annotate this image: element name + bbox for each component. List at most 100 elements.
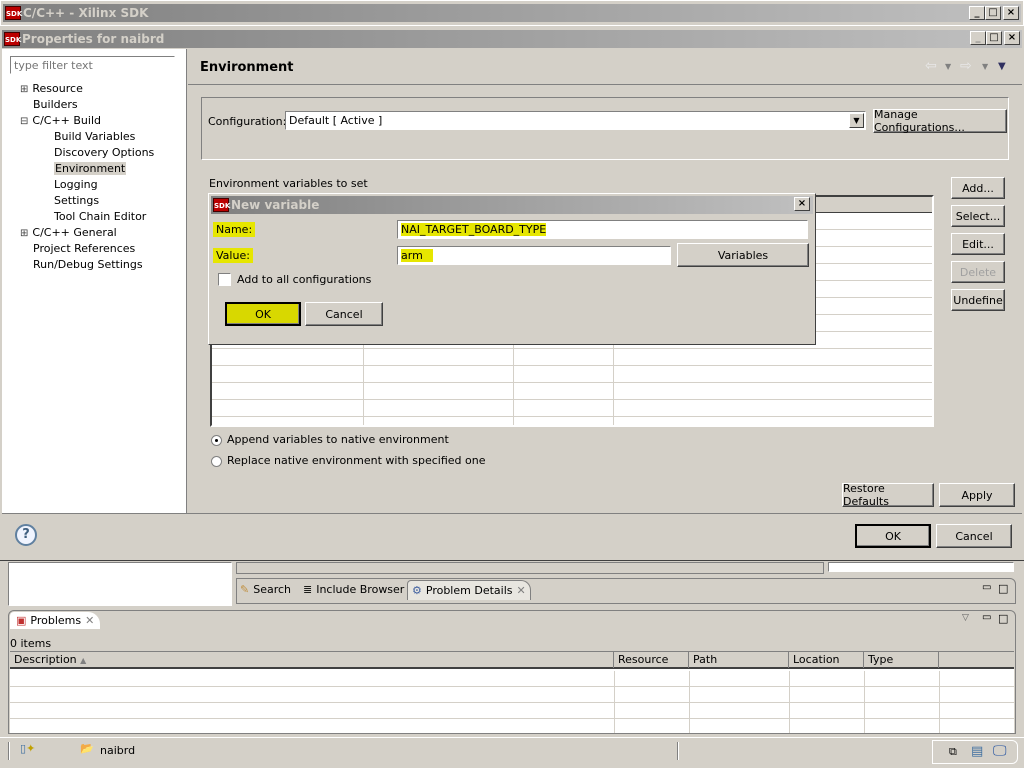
restore-defaults-button[interactable]: Restore Defaults — [842, 482, 934, 508]
add-to-all-checkbox[interactable]: Add to all configurations — [218, 273, 371, 286]
view-menu-icon[interactable]: ▽ — [962, 613, 969, 623]
forward-arrow-icon[interactable]: ⇨ — [960, 58, 972, 74]
name-input[interactable]: NAI_TARGET_BOARD_TYPE — [397, 220, 808, 239]
append-radio[interactable]: Append variables to native environment — [211, 433, 449, 446]
tab-search-label: Search — [253, 583, 292, 596]
tree-item-run-debug-settings[interactable]: Run/Debug Settings — [33, 258, 143, 271]
tree-item-c-c-general[interactable]: ⊞ C/C++ General — [20, 226, 117, 239]
new-variable-close-button[interactable]: × — [794, 197, 810, 211]
back-arrow-icon[interactable]: ⇦ — [925, 58, 937, 74]
apply-button[interactable]: Apply — [939, 483, 1015, 507]
delete-button: Delete — [951, 261, 1005, 283]
tab-include-browser[interactable]: ≣ Include Browser — [303, 583, 404, 596]
tree-item-logging[interactable]: Logging — [54, 178, 98, 191]
table-row[interactable] — [212, 367, 932, 383]
table-row[interactable] — [212, 401, 932, 417]
properties-titlebar: SDK Properties for naibrd — [2, 30, 1022, 48]
ok-button[interactable]: OK — [855, 524, 931, 548]
tree-item-c-c-build[interactable]: ⊟ C/C++ Build — [20, 114, 101, 127]
variables-button[interactable]: Variables — [677, 243, 809, 267]
minimize-view-icon[interactable]: ▭ — [982, 582, 991, 593]
tree-item-label: Discovery Options — [54, 146, 155, 159]
add-button[interactable]: Add... — [951, 177, 1005, 199]
column-description[interactable]: Description ▲ — [10, 652, 614, 668]
tree-item-build-variables[interactable]: Build Variables — [54, 130, 135, 143]
column-resource[interactable]: Resource — [614, 652, 689, 668]
tree-item-label: Resource — [32, 82, 83, 95]
table-perspective-icon[interactable]: ▤ — [971, 744, 983, 759]
collapse-icon[interactable]: ⊟ — [20, 116, 28, 127]
chevron-down-icon[interactable]: ▼ — [849, 113, 864, 128]
tree-item-project-references[interactable]: Project References — [33, 242, 135, 255]
tree-item-environment[interactable]: Environment — [54, 162, 127, 175]
project-folder-icon: 📂 — [80, 742, 94, 755]
new-fast-view-icon[interactable]: ▯✦ — [20, 742, 35, 755]
tree-item-tool-chain-editor[interactable]: Tool Chain Editor — [54, 210, 146, 223]
forward-dropdown-icon[interactable]: ▼ — [982, 62, 988, 71]
tree-item-label: C/C++ Build — [32, 114, 102, 127]
cpp-perspective-icon[interactable]: 🖵 — [993, 743, 1007, 759]
search-icon: ✎ — [240, 583, 250, 596]
properties-close-button[interactable]: × — [1004, 31, 1020, 45]
column-path[interactable]: Path — [689, 652, 789, 668]
column-divider — [689, 671, 690, 733]
expand-icon[interactable]: ⊞ — [20, 84, 28, 95]
close-tab-icon[interactable]: ✕ — [85, 614, 94, 627]
column-location[interactable]: Location — [789, 652, 864, 668]
close-button[interactable]: × — [1003, 6, 1019, 20]
new-variable-ok-button[interactable]: OK — [225, 302, 301, 326]
close-tab-icon[interactable]: ✕ — [516, 584, 525, 597]
edit-button[interactable]: Edit... — [951, 233, 1005, 255]
tree-item-label: Project References — [33, 242, 136, 255]
replace-radio[interactable]: Replace native environment with specifie… — [211, 454, 485, 467]
main-window-titlebar: SDK C/C++ - Xilinx SDK — [3, 4, 1021, 22]
new-variable-cancel-button[interactable]: Cancel — [305, 302, 383, 326]
maximize-button[interactable]: □ — [985, 6, 1001, 20]
properties-maximize-button[interactable]: □ — [986, 31, 1002, 45]
undefine-button[interactable]: Undefine — [951, 289, 1005, 311]
sort-ascending-icon: ▲ — [80, 656, 87, 665]
tab-problem-details-label: Problem Details — [425, 584, 513, 597]
minimize-view-icon[interactable]: ▭ — [982, 612, 991, 623]
tree-item-builders[interactable]: Builders — [33, 98, 78, 111]
select-button[interactable]: Select... — [951, 205, 1005, 227]
table-row[interactable] — [212, 384, 932, 400]
outline-view — [8, 562, 232, 606]
editor-area — [236, 562, 824, 574]
name-value: NAI_TARGET_BOARD_TYPE — [401, 223, 547, 236]
open-perspective-icon[interactable]: ⧉ — [949, 745, 957, 759]
problems-table[interactable]: Description ▲ Resource Path Location Typ… — [10, 651, 1014, 735]
column-divider — [789, 671, 790, 733]
maximize-view-icon[interactable]: □ — [998, 582, 1008, 595]
column-divider — [614, 671, 615, 733]
tab-problems[interactable]: ▣ Problems ✕ — [10, 612, 101, 629]
new-variable-title: New variable — [231, 198, 320, 212]
expand-icon[interactable]: ⊞ — [20, 228, 28, 239]
perspective-bar: ⧉ ▤ 🖵 — [932, 740, 1018, 764]
tree-item-resource[interactable]: ⊞ Resource — [20, 82, 83, 95]
problem-details-icon: ⚙ — [412, 584, 422, 597]
maximize-view-icon[interactable]: □ — [998, 612, 1008, 625]
tab-include-browser-label: Include Browser — [316, 583, 405, 596]
status-bar: ▯✦ 📂 naibrd ⧉ ▤ 🖵 — [0, 737, 1024, 768]
sdk-app-icon: SDK — [4, 32, 21, 46]
table-row[interactable] — [212, 350, 932, 366]
append-radio-label: Append variables to native environment — [227, 433, 449, 446]
value-input[interactable]: arm — [397, 246, 671, 265]
view-menu-icon[interactable]: ▼ — [998, 61, 1006, 72]
tab-search[interactable]: ✎ Search — [240, 583, 291, 596]
filter-input[interactable] — [10, 56, 175, 74]
back-dropdown-icon[interactable]: ▼ — [945, 62, 951, 71]
add-to-all-label: Add to all configurations — [237, 273, 372, 286]
cancel-button[interactable]: Cancel — [936, 524, 1012, 548]
tab-problem-details[interactable]: ⚙ Problem Details ✕ — [407, 580, 531, 600]
tree-item-settings[interactable]: Settings — [54, 194, 99, 207]
minimize-button[interactable]: _ — [969, 6, 985, 20]
column-type[interactable]: Type — [864, 652, 939, 668]
help-icon[interactable]: ? — [15, 524, 37, 546]
tree-item-label: Settings — [54, 194, 100, 207]
configuration-select[interactable]: Default [ Active ] ▼ — [285, 111, 866, 130]
manage-configurations-button[interactable]: Manage Configurations... — [873, 108, 1007, 134]
properties-minimize-button[interactable]: _ — [970, 31, 986, 45]
tree-item-discovery-options[interactable]: Discovery Options — [54, 146, 154, 159]
